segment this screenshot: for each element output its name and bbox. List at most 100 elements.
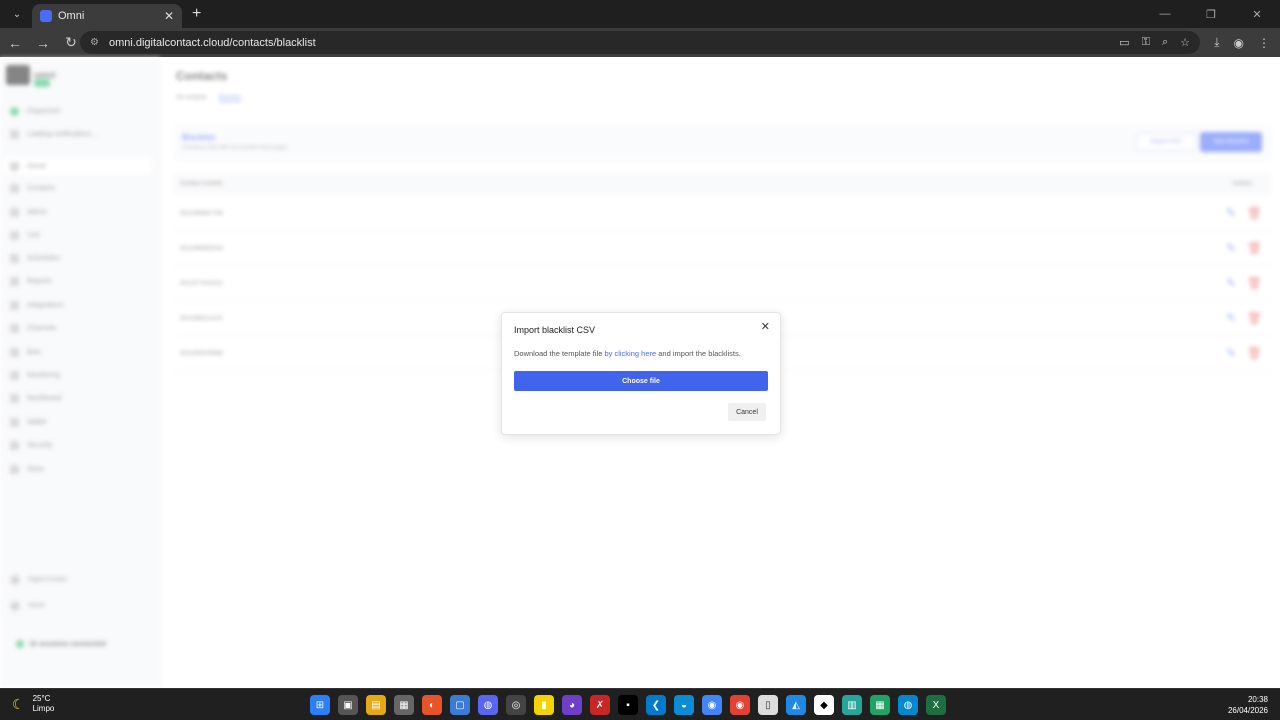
forward-icon[interactable]: → (30, 35, 56, 51)
password-icon[interactable]: ⚿ (1142, 36, 1150, 49)
minimize-icon[interactable]: — (1142, 0, 1188, 28)
file-explorer-icon[interactable]: ▤ (366, 695, 386, 715)
discord-icon[interactable]: ◍ (478, 695, 498, 715)
github-icon[interactable]: ◕ (562, 695, 582, 715)
app-icon[interactable]: ◭ (786, 695, 806, 715)
clock-time: 20:38 (1247, 695, 1268, 704)
browser-tab[interactable]: Omni ✕ (32, 4, 182, 28)
sidebar-item-store[interactable]: Store (10, 465, 44, 474)
notepad-icon[interactable]: ▯ (758, 695, 778, 715)
windows-taskbar: ☾ 25°C Limpo ⊞ ▣ ▤ ▦ ◐ ▢ ◍ ◎ ▮ ◕ ✗ ▪ ❮ ◒… (0, 688, 1280, 720)
tab-search-icon[interactable]: ⌄ (6, 4, 28, 24)
app-icon[interactable]: ◆ (814, 695, 834, 715)
sidebar-item-home[interactable]: Home (4, 157, 152, 175)
maximize-icon[interactable]: ❐ (1188, 0, 1234, 28)
tab-all-contacts[interactable]: All contacts (176, 95, 207, 102)
vscode-icon[interactable]: ❮ (646, 695, 666, 715)
import-csv-button[interactable]: Import CSV (1136, 133, 1196, 151)
menu-icon[interactable]: ⋮ (1258, 36, 1270, 50)
sidebar-item-admin[interactable]: Admin (10, 208, 47, 217)
sidebar-user[interactable]: Admin (10, 601, 45, 611)
app-icon[interactable]: ◎ (506, 695, 526, 715)
close-icon[interactable]: ✕ (761, 320, 770, 333)
sidebar-item-bots[interactable]: Bots (10, 348, 41, 357)
new-tab-icon[interactable]: + (192, 5, 201, 23)
sidebar-item-dashboard[interactable]: Dashboard (10, 394, 61, 403)
column-contact-number: Contact number (180, 181, 223, 187)
temperature: 25°C (32, 694, 51, 703)
zoom-icon[interactable]: ⌕ (1162, 36, 1168, 49)
app-icon[interactable]: ▦ (394, 695, 414, 715)
delete-icon[interactable]: 🗑 (1247, 346, 1262, 360)
app-icon[interactable]: ◉ (702, 695, 722, 715)
table-header: Contact number Actions (174, 173, 1272, 195)
sidebar-item-wallet[interactable]: Wallet (10, 418, 46, 427)
edit-icon[interactable]: ✎ (1226, 206, 1236, 220)
contact-number: 5511988665544 (180, 246, 223, 252)
contact-number: 5511955009988 (180, 351, 223, 357)
edit-icon[interactable]: ✎ (1226, 276, 1236, 290)
sidebar-item-reports[interactable]: Reports (10, 277, 52, 286)
back-icon[interactable]: ← (2, 35, 28, 51)
excel-icon[interactable]: X (926, 695, 946, 715)
app-icon[interactable]: ▢ (450, 695, 470, 715)
chrome-icon[interactable]: ◉ (730, 695, 750, 715)
app-icon[interactable]: ◐ (422, 695, 442, 715)
edge-icon[interactable]: ◒ (674, 695, 694, 715)
sidebar-item-channels[interactable]: Channels (10, 324, 57, 333)
edit-icon[interactable]: ✎ (1226, 241, 1236, 255)
new-blacklist-button[interactable]: New blacklist (1200, 132, 1262, 152)
template-download-link[interactable]: by clicking here (604, 349, 656, 358)
task-view-icon[interactable]: ▣ (338, 695, 358, 715)
jetbrains-icon[interactable]: ▪ (618, 695, 638, 715)
address-bar[interactable]: ⚙ omni.digitalcontact.cloud/contacts/bla… (80, 31, 1200, 54)
app-icon[interactable]: ◍ (898, 695, 918, 715)
sidebar-item-schedules[interactable]: Schedules (10, 254, 60, 263)
app-icon[interactable]: ▥ (842, 695, 862, 715)
delete-icon[interactable]: 🗑 (1247, 241, 1262, 255)
delete-icon[interactable]: 🗑 (1247, 206, 1262, 220)
sidebar-item-notifications[interactable]: Loading notifications... (10, 130, 97, 139)
profile-icon[interactable]: ◉ (1234, 36, 1244, 50)
delete-icon[interactable]: 🗑 (1247, 276, 1262, 290)
app-icon[interactable]: ✗ (590, 695, 610, 715)
sidebar-item-security[interactable]: Security (10, 441, 52, 450)
delete-icon[interactable]: 🗑 (1247, 311, 1262, 325)
weather-condition: Limpo (32, 704, 55, 713)
download-icon[interactable]: ⤓ (1214, 35, 1219, 50)
close-tab-icon[interactable]: ✕ (164, 9, 174, 23)
contacts-tabs: All contacts Blacklist (176, 95, 241, 102)
sidebar-item-contacts[interactable]: Contacts (10, 184, 55, 193)
windows-start-icon[interactable]: ⊞ (310, 695, 330, 715)
table-row: 5511977443322 ✎ 🗑 (174, 267, 1272, 301)
tab-title: Omni (58, 10, 85, 22)
cancel-button[interactable]: Cancel (728, 403, 766, 421)
bookmark-star-icon[interactable]: ☆ (1180, 36, 1190, 49)
edit-icon[interactable]: ✎ (1226, 346, 1236, 360)
close-window-icon[interactable]: ✕ (1234, 0, 1280, 28)
weather-widget[interactable]: ☾ 25°C Limpo (12, 694, 54, 714)
taskbar-apps: ⊞ ▣ ▤ ▦ ◐ ▢ ◍ ◎ ▮ ◕ ✗ ▪ ❮ ◒ ◉ ◉ ▯ ◭ ◆ ▥ … (310, 695, 946, 715)
sidebar-item-live[interactable]: Live (10, 231, 40, 240)
sidebar-item-status[interactable]: Disponível (10, 107, 60, 116)
tab-blacklist[interactable]: Blacklist (218, 95, 241, 102)
brand: omni (6, 65, 56, 87)
site-info-icon[interactable]: ⚙ (90, 37, 99, 48)
card-title: Blacklist (182, 133, 215, 142)
import-blacklist-modal: Import blacklist CSV ✕ Download the temp… (501, 312, 781, 435)
brand-logo (6, 65, 30, 85)
sidebar-company[interactable]: Digital Contact (10, 575, 67, 585)
sidebar-item-monitoring[interactable]: Monitoring (10, 371, 60, 380)
choose-file-button[interactable]: Choose file (514, 371, 768, 391)
status-dot (16, 640, 24, 648)
edit-icon[interactable]: ✎ (1226, 311, 1236, 325)
modal-text-after: and import the blacklists. (656, 349, 741, 358)
system-clock[interactable]: 20:38 26/04/2026 (1228, 694, 1268, 716)
sidebar-item-integrations[interactable]: Integrations (10, 301, 64, 310)
modal-text-before: Download the template file (514, 349, 605, 358)
app-icon[interactable]: ▦ (870, 695, 890, 715)
cast-icon[interactable]: ▭ (1119, 36, 1129, 49)
moon-icon: ☾ (12, 695, 25, 712)
sticky-notes-icon[interactable]: ▮ (534, 695, 554, 715)
column-actions: Actions (1232, 181, 1252, 187)
